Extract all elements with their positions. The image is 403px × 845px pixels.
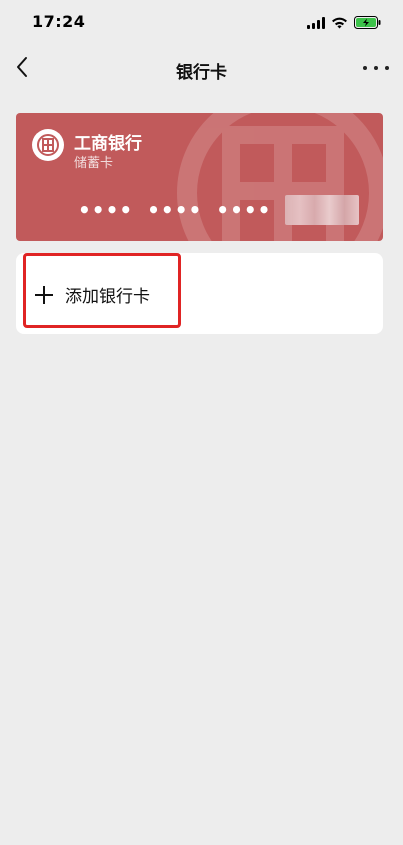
add-bank-card-button[interactable]: 添加银行卡 bbox=[16, 253, 383, 334]
nav-bar: 银行卡 bbox=[0, 44, 403, 94]
card-number: •••• •••• •••• bbox=[78, 195, 360, 225]
page-title: 银行卡 bbox=[176, 63, 227, 83]
bank-name: 工商银行 bbox=[74, 134, 142, 154]
bank-card[interactable]: 工商银行 储蓄卡 •••• •••• •••• bbox=[16, 113, 383, 241]
status-time: 17:24 bbox=[32, 12, 86, 31]
more-button[interactable] bbox=[363, 58, 389, 78]
add-bank-card-label: 添加银行卡 bbox=[65, 287, 150, 307]
more-icon bbox=[374, 66, 378, 70]
masked-card-digits bbox=[285, 195, 360, 225]
battery-charging-icon bbox=[354, 14, 381, 33]
more-icon bbox=[385, 66, 389, 70]
status-icons bbox=[307, 14, 381, 33]
card-type: 储蓄卡 bbox=[74, 156, 114, 171]
more-icon bbox=[363, 66, 367, 70]
card-number-group: •••• bbox=[147, 198, 203, 222]
card-number-group: •••• bbox=[216, 198, 272, 222]
status-bar: 17:24 bbox=[0, 0, 403, 44]
plus-icon bbox=[35, 286, 53, 304]
wifi-icon bbox=[331, 14, 348, 33]
card-number-group: •••• bbox=[78, 198, 134, 222]
icbc-logo-icon bbox=[32, 129, 64, 161]
signal-icon bbox=[307, 14, 325, 33]
